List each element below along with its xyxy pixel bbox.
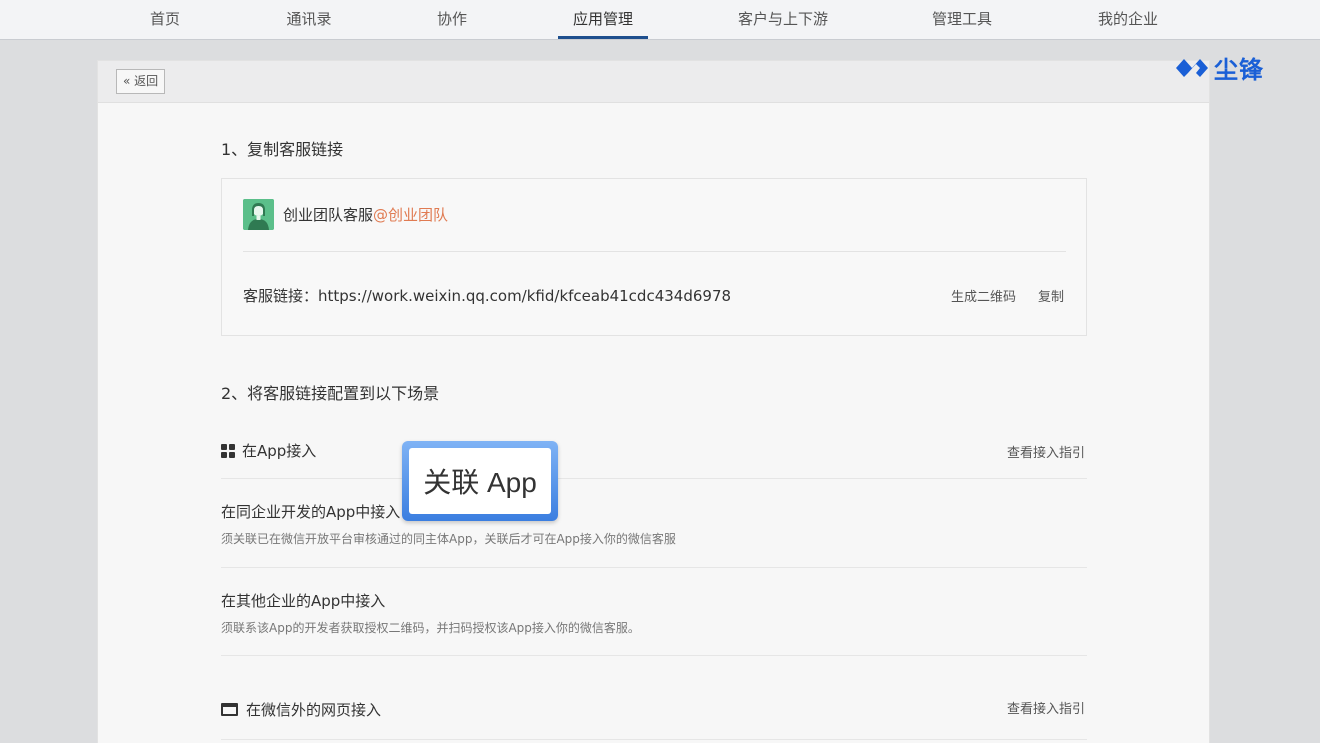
main-panel: « 返回 1、复制客服链接 创业团队客服@创业团队 客服链接：https://w…	[97, 60, 1210, 743]
web-scene-heading: 在微信外的网页接入	[221, 699, 381, 720]
service-link-url: https://work.weixin.qq.com/kfid/kfceab41…	[318, 287, 732, 305]
webpage-icon	[221, 703, 238, 716]
generate-qr-button[interactable]: 生成二维码	[951, 286, 1016, 305]
web-scene-title: 在微信外的网页接入	[246, 701, 382, 719]
app-grid-icon	[221, 443, 235, 458]
app-scene-heading: 在App接入	[221, 440, 316, 461]
nav-my-company[interactable]: 我的企业	[1092, 0, 1164, 40]
brand-mark-icon	[1176, 59, 1208, 77]
divider	[221, 567, 1087, 568]
copy-link-button[interactable]: 复制	[1038, 286, 1064, 305]
link-app-label: 关联 App	[409, 448, 551, 514]
brand-name: 尘锋	[1214, 55, 1264, 84]
nav-management-tools[interactable]: 管理工具	[926, 0, 998, 40]
app-scene-title: 在App接入	[242, 442, 317, 460]
nav-app-management[interactable]: 应用管理	[558, 0, 648, 40]
back-button[interactable]: « 返回	[116, 69, 166, 94]
divider	[221, 655, 1087, 656]
service-account-name: 创业团队客服@创业团队	[283, 204, 448, 225]
other-company-app-title[interactable]: 在其他企业的App中接入	[221, 590, 385, 611]
section1-title: 1、复制客服链接	[221, 140, 344, 159]
same-company-app-title[interactable]: 在同企业开发的App中接入	[221, 501, 400, 522]
brand-logo: 尘锋	[1174, 52, 1264, 84]
service-account-card: 创业团队客服@创业团队 客服链接：https://work.weixin.qq.…	[221, 178, 1087, 336]
service-link-row: 客服链接：https://work.weixin.qq.com/kfid/kfc…	[243, 285, 731, 306]
nav-home[interactable]: 首页	[140, 0, 190, 40]
app-guide-link[interactable]: 查看接入指引	[1007, 442, 1085, 461]
web-guide-link[interactable]: 查看接入指引	[1007, 698, 1085, 717]
nav-customers[interactable]: 客户与上下游	[732, 0, 834, 40]
account-name-text: 创业团队客服	[283, 206, 374, 224]
card-divider	[243, 251, 1066, 252]
account-org-text: @创业团队	[373, 206, 449, 224]
divider	[221, 739, 1087, 740]
panel-header: « 返回	[98, 61, 1209, 103]
section2-title: 2、将客服链接配置到以下场景	[221, 384, 440, 403]
nav-contacts[interactable]: 通讯录	[278, 0, 340, 40]
link-app-callout[interactable]: 关联 App	[402, 441, 558, 521]
other-company-app-desc: 须联系该App的开发者获取授权二维码，并扫码授权该App接入你的微信客服。	[221, 621, 640, 635]
same-company-app-desc: 须关联已在微信开放平台审核通过的同主体App，关联后才可在App接入你的微信客服	[221, 532, 676, 546]
person-avatar-icon	[243, 199, 274, 230]
service-link-label: 客服链接：	[243, 287, 319, 305]
top-nav: 首页 通讯录 协作 应用管理 客户与上下游 管理工具 我的企业	[0, 0, 1320, 40]
nav-collaboration[interactable]: 协作	[429, 0, 475, 40]
divider	[221, 478, 1087, 479]
